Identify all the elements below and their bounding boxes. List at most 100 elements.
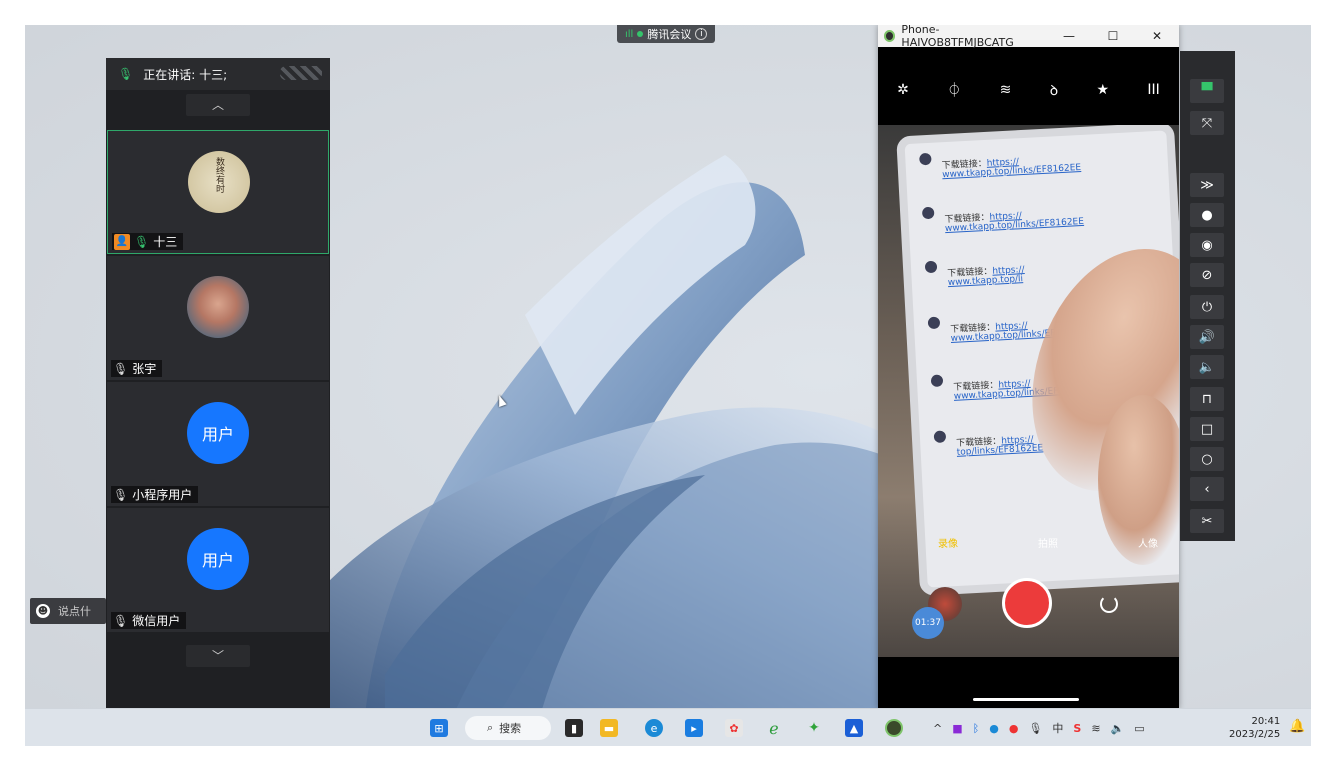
participant-name: 张宇 [132, 362, 157, 376]
participant-tile[interactable]: 用户 🎙 微信用户 [107, 508, 329, 632]
participant-tile[interactable]: 数终有时 👤 🎙 十三 [107, 130, 329, 254]
home-icon[interactable]: ○ [1190, 447, 1224, 471]
taskbar-search[interactable]: ⌕ 搜索 [465, 716, 551, 740]
folder-icon[interactable]: ▬ [600, 719, 618, 737]
ratio-icon[interactable]: ≋ [1000, 82, 1012, 98]
rotate-icon[interactable]: ⊓ [1190, 387, 1224, 411]
microphone-icon[interactable]: 🎙 [1028, 722, 1042, 735]
back-icon[interactable]: ‹ [1190, 477, 1224, 501]
avatar [919, 152, 932, 166]
maximize-button[interactable]: ☐ [1091, 29, 1135, 43]
window-title: Phone-HAIVOB8TFMJBCATG [901, 25, 1014, 49]
phone-mirror-icon[interactable] [885, 719, 903, 737]
phone-control-toolbar: ▀ ⤧ ≫ ● ◉ ⊘ ⏻ 🔊 🔈 ⊓ □ ○ ‹ ✂ [1180, 51, 1235, 541]
tray-360-icon[interactable]: ● [989, 722, 999, 735]
tray-red-icon[interactable]: ● [1009, 722, 1019, 735]
ime-icon[interactable]: 中 [1052, 720, 1063, 736]
home-indicator[interactable] [973, 698, 1079, 701]
shutter-button[interactable] [1002, 578, 1052, 628]
scissors-icon[interactable]: ✂ [1190, 509, 1224, 533]
filter-icon[interactable]: ꝺ [1050, 81, 1058, 100]
participant-name-tag: 🎙 小程序用户 [111, 486, 199, 503]
notification-bell-icon[interactable]: 🔔 [1289, 719, 1305, 734]
app-color-icon[interactable]: ✿ [725, 719, 743, 737]
recents-icon[interactable]: □ [1190, 417, 1224, 441]
list-item: 下载链接：https:// www.tkapp.top/links/EF8162… [921, 193, 1124, 247]
signal-icon: ıll [625, 28, 634, 40]
menu-icon[interactable]: III [1147, 82, 1159, 98]
participant-name: 十三 [153, 235, 178, 249]
collapse-icon[interactable]: ≫ [1190, 173, 1224, 197]
ie-icon[interactable]: ℯ [765, 719, 783, 738]
participant-tile[interactable]: 用户 🎙 小程序用户 [107, 382, 329, 506]
mic-muted-icon: 🎙 [113, 613, 129, 628]
wechat-icon[interactable]: ✦ [805, 719, 823, 737]
mic-on-icon: 🎙 [134, 234, 150, 249]
record-icon[interactable]: ● [1190, 203, 1224, 227]
avatar [930, 374, 944, 388]
eye-icon[interactable]: ◉ [1190, 233, 1224, 257]
battery-icon[interactable]: ▭ [1134, 722, 1144, 735]
phone-mirror-window: Phone-HAIVOB8TFMJBCATG — ☐ ✕ ✲ ⏀ ≋ ꝺ ★ I… [878, 25, 1179, 709]
input-method-icon[interactable]: S [1073, 722, 1081, 735]
participant-tile[interactable]: 🎙 张宇 [107, 256, 329, 380]
avatar [187, 276, 249, 338]
search-label: 搜索 [499, 722, 522, 735]
scroll-down-button[interactable]: ﹀ [186, 645, 250, 667]
volume-down-icon[interactable]: 🔈 [1190, 355, 1224, 379]
chat-input[interactable]: ☻ 说点什 [30, 598, 106, 624]
beauty-icon[interactable]: ★ [1096, 82, 1109, 98]
avatar: 数终有时 [188, 151, 250, 213]
desktop-screen: ıll 腾讯会议 i 🎙 正在讲话: 十三; ︿ 数终有时 👤 🎙 十三 🎙 张… [25, 25, 1311, 746]
flash-icon[interactable]: ✲ [897, 82, 909, 98]
chevron-up-icon[interactable]: ^ [933, 722, 942, 735]
start-icon[interactable]: ⊞ [430, 719, 448, 737]
speaker-icon[interactable]: 🔈 [1111, 722, 1125, 735]
meeting-status-tag[interactable]: ıll 腾讯会议 i [617, 25, 716, 43]
scroll-down-area: ﹀ [106, 634, 330, 674]
screen-icon[interactable]: ▀ [1190, 79, 1224, 103]
power-icon[interactable]: ⏻ [1190, 295, 1224, 319]
timer-icon[interactable]: ⏀ [947, 80, 961, 100]
info-icon[interactable]: i [695, 28, 708, 40]
bluetooth-icon[interactable]: ᛒ [973, 722, 980, 735]
tray-app-icon[interactable]: ■ [952, 722, 962, 735]
participant-name-tag: 🎙 微信用户 [111, 612, 187, 629]
wifi-icon[interactable]: ≋ [1091, 722, 1100, 735]
volume-up-icon[interactable]: 🔊 [1190, 325, 1224, 349]
app-blue-icon[interactable]: ▸ [685, 719, 703, 737]
close-button[interactable]: ✕ [1135, 29, 1179, 43]
flip-camera-icon[interactable] [1100, 595, 1118, 613]
avatar-text: 用户 [201, 425, 234, 444]
camera-mode-selector: 录像 拍照 人像 [938, 535, 1158, 550]
meeting-app-icon[interactable]: ▲ [845, 719, 863, 737]
mode-portrait[interactable]: 人像 [1138, 535, 1158, 550]
emoji-icon[interactable]: ☻ [36, 604, 50, 618]
scroll-up-button[interactable]: ︿ [186, 94, 250, 116]
fullscreen-icon[interactable]: ⤧ [1190, 111, 1224, 135]
search-icon: ⌕ [487, 721, 494, 734]
status-dot-icon [637, 31, 644, 37]
avatar: 用户 [187, 528, 249, 590]
mic-muted-icon: 🎙 [113, 361, 129, 376]
clock-date: 2023/2/25 [1229, 729, 1281, 740]
task-view-icon[interactable]: ▮ [565, 719, 583, 737]
speaking-label: 正在讲话: 十三; [143, 67, 228, 82]
app-icon [884, 30, 896, 42]
chat-placeholder: 说点什 [58, 605, 91, 618]
participant-name: 小程序用户 [132, 488, 193, 502]
panel-grip-icon[interactable] [280, 66, 322, 80]
minimize-button[interactable]: — [1047, 29, 1091, 43]
mode-photo[interactable]: 拍照 [1038, 535, 1058, 550]
camera-viewfinder: 下载链接：https:// www.tkapp.top/links/EF8162… [878, 125, 1179, 657]
edge-icon[interactable]: e [645, 719, 663, 737]
avatar [927, 316, 941, 330]
participant-name: 微信用户 [132, 614, 181, 628]
eye-off-icon[interactable]: ⊘ [1190, 263, 1224, 287]
window-titlebar[interactable]: Phone-HAIVOB8TFMJBCATG — ☐ ✕ [878, 25, 1179, 49]
mode-video[interactable]: 录像 [938, 535, 958, 550]
scroll-up-area: ︿ [106, 90, 330, 130]
avatar: 用户 [187, 402, 249, 464]
wallpaper-bloom [325, 155, 945, 735]
taskbar-clock[interactable]: 20:41 2023/2/25 [1229, 715, 1280, 741]
